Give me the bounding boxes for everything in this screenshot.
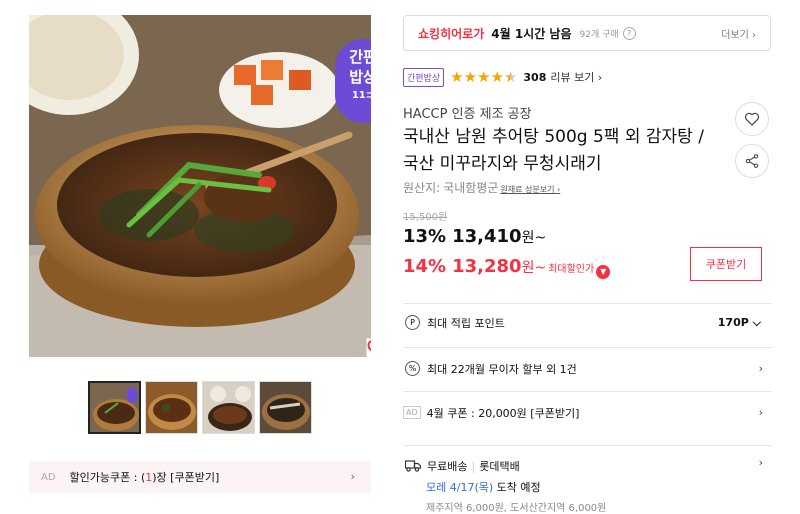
- product-main-image[interactable]: 간편 밥상 11⊃: [29, 15, 371, 357]
- shipping-carrier: 롯데택배: [479, 460, 520, 473]
- truck-icon: [405, 460, 421, 472]
- ad-label: AD: [403, 406, 421, 419]
- product-title: 국내산 남원 추어탕 500g 5팩 외 감자탕 / 국산 미꾸라지와 무청시래…: [403, 127, 704, 174]
- origin-line: 원산지: 국내함평군 원재료 성분보기 ›: [403, 179, 560, 196]
- deal-remaining-time: 4월 1시간 남음: [491, 26, 572, 41]
- help-icon[interactable]: ?: [622, 26, 636, 40]
- origin-value: 국내함평군: [443, 181, 499, 195]
- star-icon: ★: [450, 67, 464, 86]
- max-discount-label[interactable]: 최대할인가: [548, 260, 594, 275]
- sale-price-unit: 원~: [521, 230, 547, 246]
- coupon-label: 4월 쿠폰 : 20,000원 [쿠폰받기]: [426, 406, 580, 420]
- star-icon: ★: [477, 67, 491, 86]
- thumbnail-3[interactable]: [202, 381, 255, 434]
- deal-buy-count: 92개 구매: [579, 29, 619, 40]
- star-rating: ★ ★ ★ ★ ★: [450, 67, 518, 86]
- shipping-type: 무료배송: [427, 460, 468, 473]
- points-row[interactable]: P 최대 적립 포인트 170P ⌵: [403, 303, 771, 341]
- origin-label: 원산지:: [403, 181, 441, 195]
- thumbnail-image: [203, 382, 254, 433]
- original-price: 15,500원: [403, 212, 448, 223]
- chevron-right-icon: ›: [758, 362, 763, 375]
- points-value: 170P ⌵: [718, 316, 761, 330]
- sale-price: 13% 13,410 원~: [403, 226, 546, 247]
- max-discount-percent: 14%: [403, 256, 447, 277]
- arrival-estimate: 모레 4/17(목) 도착 예정: [426, 479, 771, 495]
- sale-discount-percent: 13%: [403, 226, 447, 247]
- share-button[interactable]: [735, 144, 769, 178]
- thumbnail-4[interactable]: [259, 381, 312, 434]
- heart-icon: [744, 112, 760, 126]
- divider: |: [471, 459, 476, 473]
- max-discount-value: 13,280: [452, 256, 522, 277]
- chevron-right-icon: ›: [350, 470, 355, 483]
- shocking-deal-banner[interactable]: 쇼킹히어로가 4월 1시간 남음 92개 구매 ? 더보기 ›: [403, 15, 771, 51]
- review-count[interactable]: 308: [523, 71, 546, 84]
- installment-row[interactable]: % 최대 22개월 무이자 할부 외 1건 ›: [403, 347, 771, 389]
- thumbnail-image: [260, 382, 311, 433]
- deal-more-link[interactable]: 더보기 ›: [721, 26, 756, 41]
- chevron-right-icon: ›: [758, 456, 763, 469]
- chevron-down-icon: ⌵: [752, 315, 761, 329]
- badge-text-line2: 밥상: [349, 68, 371, 86]
- wishlist-button[interactable]: [735, 102, 769, 136]
- points-amount: 170P: [717, 315, 749, 329]
- thumbnail-2[interactable]: [145, 381, 198, 434]
- arrival-suffix: 도착 예정: [496, 481, 541, 494]
- badge-text-line1: 간편: [349, 48, 371, 66]
- ingredient-detail-link[interactable]: 원재료 성분보기 ›: [500, 184, 560, 195]
- star-icon: ★: [490, 67, 504, 86]
- rating-row: 간편밥상 ★ ★ ★ ★ ★ 308 리뷰 보기 ›: [403, 67, 602, 87]
- percent-icon: %: [405, 361, 420, 376]
- points-label: 최대 적립 포인트: [427, 316, 505, 330]
- deal-name: 쇼킹히어로가: [418, 26, 485, 41]
- star-half-icon: ★: [503, 67, 518, 86]
- thumbnail-image: [146, 382, 197, 433]
- ad-label: AD: [41, 471, 56, 483]
- thumbnail-1[interactable]: [88, 381, 141, 434]
- shipping-extra-fee: 제주지역 6,000원, 도서산간지역 6,000원: [426, 503, 607, 514]
- shipping-method: 무료배송 | 롯데택배: [403, 458, 771, 474]
- ad-coupon-bar[interactable]: AD 할인가능쿠폰 : (1)장 [쿠폰받기] ›: [29, 461, 371, 493]
- easy-meal-tag: 간편밥상: [403, 67, 445, 87]
- seller-line[interactable]: HACCP 인증 제조 공장: [403, 103, 532, 122]
- zoom-button[interactable]: [366, 338, 371, 357]
- sale-price-value: 13,410: [452, 226, 522, 247]
- installment-label: 최대 22개월 무이자 할부 외 1건: [427, 362, 577, 376]
- badge-logo: 11⊃: [351, 90, 371, 101]
- food-photo: [29, 15, 371, 357]
- review-link[interactable]: 리뷰 보기 ›: [550, 69, 602, 85]
- point-icon: P: [405, 315, 420, 330]
- coupon-count: 1: [145, 470, 153, 484]
- max-discount-unit: 원~: [521, 260, 547, 276]
- max-discount-price: 14% 13,280 원~ 최대할인가 ▼: [403, 256, 611, 279]
- coupon-text-prefix: 할인가능쿠폰 : (: [69, 471, 146, 484]
- share-icon: [745, 154, 759, 168]
- star-icon: ★: [463, 67, 478, 86]
- shipping-info[interactable]: 무료배송 | 롯데택배 모레 4/17(목) 도착 예정 제주지역 6,000원…: [403, 445, 771, 514]
- coupon-row[interactable]: AD 4월 쿠폰 : 20,000원 [쿠폰받기] ›: [403, 391, 771, 433]
- zoom-icon: [367, 340, 371, 351]
- thumbnail-strip: [88, 381, 312, 434]
- get-coupon-button[interactable]: 쿠폰받기: [690, 247, 762, 281]
- coupon-text-suffix: )장 [쿠폰받기]: [152, 471, 220, 484]
- chevron-right-icon: ›: [758, 406, 763, 419]
- chevron-down-icon[interactable]: ▼: [596, 264, 611, 279]
- easy-meal-badge: 간편 밥상 11⊃: [335, 39, 371, 123]
- thumbnail-image: [90, 383, 139, 432]
- arrival-date: 모레 4/17(목): [426, 481, 494, 494]
